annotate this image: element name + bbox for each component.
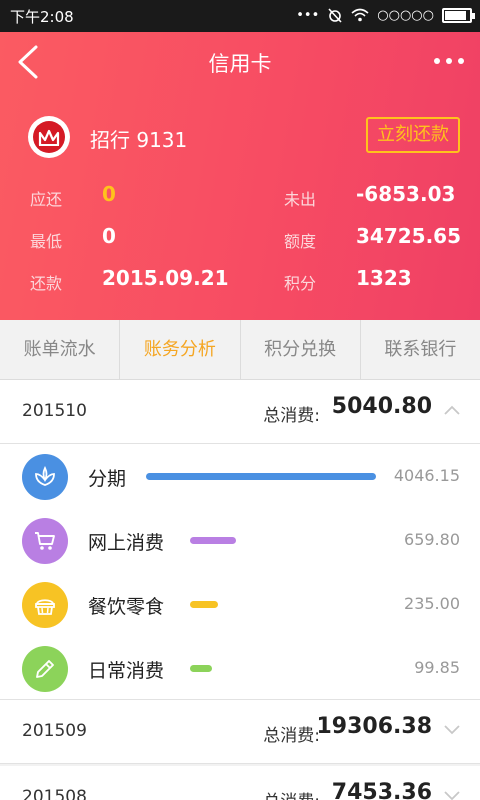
total-label: 总消费: <box>263 726 320 746</box>
limit-label: 额度 <box>284 232 317 251</box>
chevron-up-icon <box>444 405 460 415</box>
category-name: 餐饮零食 <box>88 596 165 618</box>
dot-icon <box>446 58 452 64</box>
bank-card-name: 招行 9131 <box>90 128 188 152</box>
category-bar <box>190 601 218 608</box>
tab-points-exchange[interactable]: 积分兑换 <box>241 320 361 379</box>
status-bar: 下午2:08 ••• ○○○○○ <box>0 0 480 32</box>
unbilled-label: 未出 <box>284 190 317 209</box>
category-name: 日常消费 <box>88 660 165 682</box>
min-label: 最低 <box>30 232 63 251</box>
category-row[interactable]: 网上消费 659.80 <box>0 508 480 572</box>
category-amount: 659.80 <box>404 530 460 549</box>
total-value: 19306.38 <box>316 714 432 739</box>
month-row-201508[interactable]: 201508 总消费: 7453.36 <box>0 766 480 800</box>
repay-date-value: 2015.09.21 <box>102 266 229 290</box>
card-header: 信用卡 招行 9131 立刻还款 应还 0 最低 0 还款 2015.09.21… <box>0 32 480 320</box>
month-label: 201509 <box>22 721 87 741</box>
category-row[interactable]: 餐饮零食 235.00 <box>0 572 480 636</box>
category-amount: 4046.15 <box>393 466 460 485</box>
category-amount: 235.00 <box>404 594 460 613</box>
dot-icon <box>458 58 464 64</box>
alarm-off-icon <box>328 8 342 23</box>
chevron-down-icon <box>444 725 460 735</box>
limit-value: 34725.65 <box>356 224 462 248</box>
category-bar <box>146 473 376 480</box>
status-time: 下午2:08 <box>10 8 74 26</box>
month-label: 201510 <box>22 401 87 421</box>
due-label: 应还 <box>30 190 63 209</box>
cake-icon <box>22 582 68 628</box>
category-row[interactable]: 分期 4046.15 <box>0 444 480 508</box>
lotus-icon <box>22 454 68 500</box>
month-row-201509[interactable]: 201509 总消费: 19306.38 <box>0 700 480 764</box>
page-title: 信用卡 <box>208 52 272 76</box>
category-name: 网上消费 <box>88 532 165 554</box>
tab-contact-bank[interactable]: 联系银行 <box>361 320 480 379</box>
chevron-down-icon <box>444 791 460 800</box>
cmb-logo-icon <box>38 129 60 146</box>
category-bar <box>190 665 212 672</box>
total-label: 总消费: <box>263 787 320 800</box>
tab-transactions[interactable]: 账单流水 <box>0 320 121 379</box>
month-label: 201508 <box>22 787 87 800</box>
cart-icon <box>22 518 68 564</box>
status-icons: ••• ○○○○○ <box>296 7 475 23</box>
unbilled-value: -6853.03 <box>356 182 456 206</box>
total-value: 5040.80 <box>331 394 432 419</box>
dots-icon: ••• <box>296 7 320 23</box>
signal-indicator: ○○○○○ <box>377 7 434 23</box>
tab-bar: 账单流水 账务分析 积分兑换 联系银行 <box>0 320 480 380</box>
total-value: 7453.36 <box>331 780 432 800</box>
category-breakdown: 分期 4046.15 网上消费 659.80 餐饮零食 235.00 日常消费 … <box>0 444 480 700</box>
bank-logo <box>28 116 70 158</box>
battery-icon <box>442 7 475 23</box>
dot-icon <box>434 58 440 64</box>
repay-date-label: 还款 <box>30 274 63 293</box>
min-value: 0 <box>102 224 116 248</box>
category-bar <box>190 537 236 544</box>
tab-analysis[interactable]: 账务分析 <box>120 320 241 379</box>
points-value: 1323 <box>356 266 412 290</box>
wifi-icon <box>351 8 369 22</box>
category-row[interactable]: 日常消费 99.85 <box>0 636 480 700</box>
more-options-button[interactable] <box>434 58 464 64</box>
category-amount: 99.85 <box>414 658 460 677</box>
total-label: 总消费: <box>263 406 320 426</box>
due-value: 0 <box>102 182 116 206</box>
pencil-icon <box>22 646 68 692</box>
month-row-201510[interactable]: 201510 总消费: 5040.80 <box>0 380 480 444</box>
points-label: 积分 <box>284 274 317 293</box>
category-name: 分期 <box>88 468 127 490</box>
repay-now-button[interactable]: 立刻还款 <box>366 117 460 153</box>
